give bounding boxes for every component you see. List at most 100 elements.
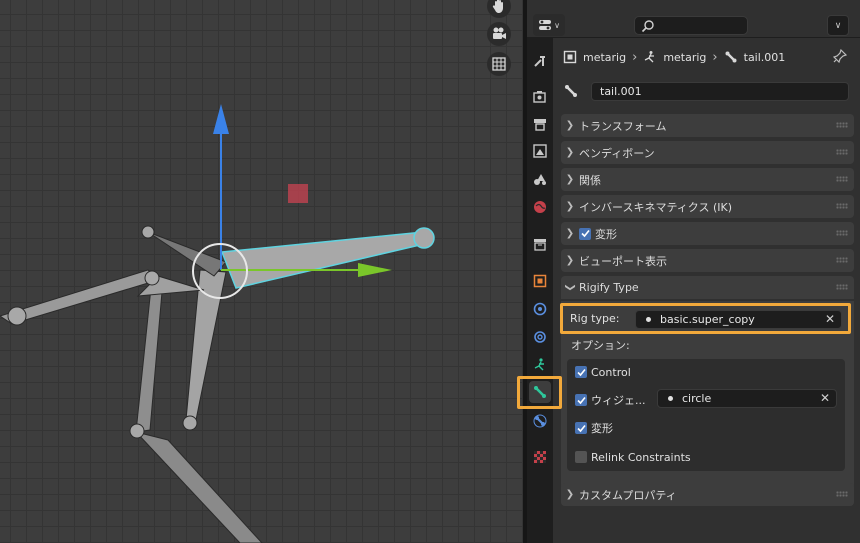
bone-name-row: tail.001	[563, 82, 853, 102]
rig-type-value: basic.super_copy	[660, 313, 755, 326]
drag-grip-icon[interactable]	[836, 176, 848, 182]
armature-scene	[0, 104, 435, 543]
panel-title: カスタムプロパティ	[579, 488, 677, 502]
chevron-right-icon: ❯	[565, 120, 575, 131]
option-label: Control	[591, 365, 631, 379]
breadcrumb-object: metarig	[583, 50, 627, 64]
properties-header: ∨ ∨	[527, 0, 860, 38]
view-layer-icon[interactable]	[529, 140, 551, 162]
panel-title: ビューポート表示	[579, 254, 667, 268]
joint	[129, 423, 145, 439]
deform-option-checkbox[interactable]	[575, 422, 587, 434]
bone-name-field[interactable]: tail.001	[591, 82, 849, 101]
joint	[141, 225, 155, 239]
drag-grip-icon[interactable]	[836, 230, 848, 236]
chevron-right-icon: ❯	[565, 174, 575, 185]
scene-icon[interactable]	[529, 168, 551, 190]
properties-tabs	[527, 38, 553, 543]
gizmo-y-arrow	[358, 263, 392, 277]
dot-icon	[668, 396, 673, 401]
bone-icon	[565, 85, 577, 97]
physics-icon[interactable]	[529, 326, 551, 348]
panel-title: 変形	[595, 227, 617, 241]
widget-value: circle	[682, 392, 712, 405]
checkmark-icon	[580, 229, 590, 238]
chevron-down-icon: ∨	[834, 20, 842, 31]
joint	[144, 270, 160, 286]
panel-title: インバースキネマティクス (IK)	[579, 200, 732, 214]
widget-checkbox[interactable]	[575, 394, 587, 406]
chevron-right-icon: ❯	[565, 489, 575, 500]
panel-transform[interactable]: ❯ トランスフォーム	[561, 114, 854, 137]
checkmark-icon	[576, 396, 586, 404]
drag-grip-icon[interactable]	[836, 149, 848, 155]
rig-type-row: Rig type: basic.super_copy ✕	[561, 305, 850, 333]
panel-title: 関係	[579, 173, 601, 187]
drag-grip-icon[interactable]	[836, 491, 848, 497]
object-icon[interactable]	[529, 270, 551, 292]
world-icon[interactable]	[529, 196, 551, 218]
editor-type-button[interactable]: ∨	[533, 14, 565, 36]
armature-data-icon[interactable]	[529, 354, 551, 376]
gizmo-plane-handle	[288, 184, 308, 203]
bone-icon[interactable]	[529, 381, 551, 403]
panel-viewport-display[interactable]: ❯ ビューポート表示	[561, 249, 854, 272]
panel-bendy-bones[interactable]: ❯ ベンディボーン	[561, 141, 854, 164]
breadcrumb-bone: tail.001	[743, 50, 786, 64]
drag-grip-icon[interactable]	[836, 284, 848, 290]
search-icon	[641, 20, 654, 33]
panel-deform[interactable]: ❯ 変形	[561, 222, 854, 245]
panel-inverse-kinematics[interactable]: ❯ インバースキネマティクス (IK)	[561, 195, 854, 218]
camera-icon[interactable]	[487, 22, 511, 46]
chevron-right-icon: ❯	[565, 255, 575, 266]
panel-title: ベンディボーン	[579, 146, 655, 160]
properties-content: metarig › metarig › tail.001 tail.001 ❯ …	[553, 38, 860, 543]
option-relink-constraints[interactable]: Relink Constraints	[575, 448, 691, 466]
panel-custom-properties[interactable]: ❯ カスタムプロパティ	[561, 483, 854, 506]
close-icon[interactable]: ✕	[825, 312, 835, 326]
rig-type-field[interactable]: basic.super_copy ✕	[635, 310, 842, 329]
render-icon[interactable]	[529, 86, 551, 108]
close-icon[interactable]: ✕	[820, 391, 830, 405]
chevron-down-icon: ❯	[564, 283, 576, 292]
rig-type-label: Rig type:	[570, 312, 620, 325]
joint	[7, 306, 27, 326]
collection-icon[interactable]	[529, 233, 551, 255]
joint-selected-tail	[413, 227, 435, 249]
bone-thigh-right	[185, 269, 227, 421]
option-label: Relink Constraints	[591, 450, 691, 464]
3d-viewport[interactable]	[0, 0, 523, 543]
drag-grip-icon[interactable]	[836, 203, 848, 209]
deform-checkbox[interactable]	[579, 227, 591, 240]
panel-title: Rigify Type	[579, 281, 639, 294]
tool-icon[interactable]	[529, 50, 551, 72]
texture-icon[interactable]	[529, 446, 551, 468]
search-input[interactable]	[634, 16, 748, 35]
option-deform[interactable]: 変形	[575, 419, 613, 437]
option-widget[interactable]: ウィジェ...	[575, 391, 646, 409]
pin-icon[interactable]	[832, 48, 848, 66]
modifier-icon[interactable]	[529, 298, 551, 320]
option-control[interactable]: Control	[575, 363, 631, 381]
chevron-down-icon: ∨	[554, 20, 560, 30]
grid-icon[interactable]	[487, 52, 511, 76]
options-label: オプション:	[571, 339, 630, 352]
checkmark-icon	[576, 368, 586, 376]
chevron-right-icon: ❯	[565, 147, 575, 158]
header-menu-button[interactable]: ∨	[827, 15, 849, 36]
breadcrumb-armature: metarig	[663, 50, 707, 64]
bone-constraint-icon[interactable]	[529, 410, 551, 432]
drag-grip-icon[interactable]	[836, 122, 848, 128]
relink-checkbox[interactable]	[575, 451, 587, 463]
panel-rigify-type[interactable]: ❯ Rigify Type	[561, 276, 854, 299]
chevron-right-icon: ❯	[565, 228, 575, 239]
panel-relations[interactable]: ❯ 関係	[561, 168, 854, 191]
widget-field[interactable]: circle ✕	[657, 389, 837, 408]
control-checkbox[interactable]	[575, 366, 587, 378]
drag-grip-icon[interactable]	[836, 257, 848, 263]
armature-data-icon	[645, 51, 655, 63]
output-icon[interactable]	[529, 113, 551, 135]
bone-tail-base	[147, 231, 227, 277]
option-label: ウィジェ...	[591, 394, 646, 407]
chevron-right-icon: ❯	[565, 201, 575, 212]
